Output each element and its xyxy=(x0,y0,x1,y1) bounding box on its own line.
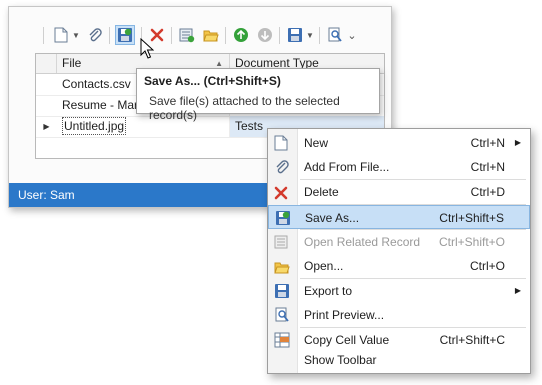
chevron-down-icon[interactable]: ⌄ xyxy=(347,25,357,45)
save-as-icon xyxy=(275,210,291,226)
menu-item-delete[interactable]: Delete Ctrl+D xyxy=(268,180,530,204)
mouse-cursor-icon xyxy=(140,38,154,59)
current-row-indicator-icon: ▶ xyxy=(43,122,50,131)
menu-item-print-preview[interactable]: Print Preview... xyxy=(268,303,530,327)
new-doc-icon[interactable] xyxy=(51,25,71,45)
menu-item-export-to[interactable]: Export to ▶ xyxy=(268,279,530,303)
toolbar-separator xyxy=(171,27,172,44)
export-icon xyxy=(274,283,290,299)
new-doc-icon xyxy=(274,135,290,151)
paperclip-icon[interactable] xyxy=(85,25,105,45)
menu-item-save-as[interactable]: Save As... Ctrl+Shift+S xyxy=(268,205,530,229)
tooltip-title: Save As... (Ctrl+Shift+S) xyxy=(144,74,281,88)
row-indicator xyxy=(36,74,57,95)
status-user: User: Sam xyxy=(18,188,75,202)
menu-item-open-related-record: Open Related Record Ctrl+Shift+O xyxy=(268,230,530,254)
context-menu: New Ctrl+N ▶ Add From File... Ctrl+N Del… xyxy=(267,128,531,374)
save-as-icon[interactable] xyxy=(115,25,135,45)
toolbar-separator xyxy=(109,27,110,44)
delete-icon xyxy=(274,184,290,200)
refresh-icon[interactable] xyxy=(231,25,251,45)
copy-cell-icon xyxy=(274,332,290,348)
toolbar-separator xyxy=(319,27,320,44)
open-related-icon xyxy=(274,234,290,250)
toolbar-separator xyxy=(43,27,44,44)
menu-item-show-toolbar[interactable]: Show Toolbar xyxy=(268,348,530,372)
print-preview-icon[interactable] xyxy=(325,25,345,45)
toolbar-separator xyxy=(279,27,280,44)
indicator-header xyxy=(36,54,57,73)
open-folder-icon xyxy=(274,258,290,274)
dropdown-arrow-icon[interactable]: ▼ xyxy=(305,25,315,45)
tooltip: Save As... (Ctrl+Shift+S) Save file(s) a… xyxy=(136,68,380,122)
print-preview-icon xyxy=(274,307,290,323)
tooltip-description: Save file(s) attached to the selected re… xyxy=(149,94,340,122)
menu-item-open[interactable]: Open... Ctrl+O xyxy=(268,254,530,278)
row-indicator xyxy=(36,95,57,116)
submenu-arrow-icon: ▶ xyxy=(514,138,521,147)
refresh-disabled-icon xyxy=(255,25,275,45)
toolbar-separator xyxy=(225,27,226,44)
toolbar: ▼ ▼ ⌄ xyxy=(43,25,373,47)
export-icon[interactable] xyxy=(285,25,305,45)
open-related-icon[interactable] xyxy=(177,25,197,45)
menu-item-new[interactable]: New Ctrl+N ▶ xyxy=(268,131,530,155)
submenu-arrow-icon: ▶ xyxy=(514,286,521,295)
menu-item-add-from-file[interactable]: Add From File... Ctrl+N xyxy=(268,155,530,179)
open-folder-icon[interactable] xyxy=(201,25,221,45)
dropdown-arrow-icon[interactable]: ▼ xyxy=(71,25,81,45)
paperclip-icon xyxy=(274,159,290,175)
